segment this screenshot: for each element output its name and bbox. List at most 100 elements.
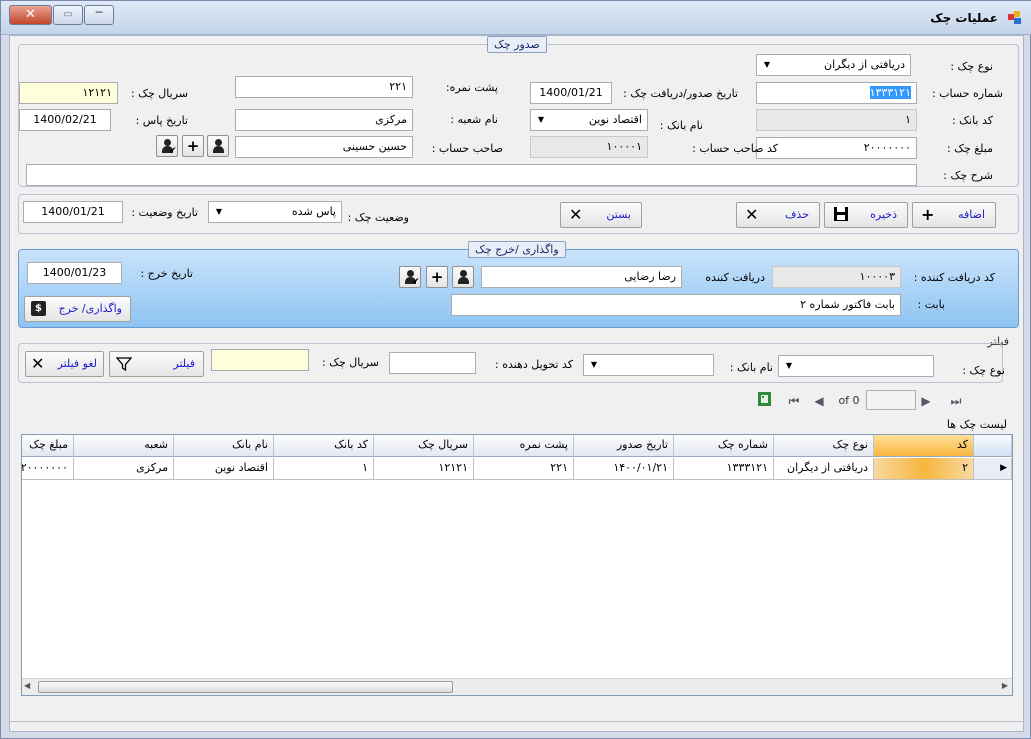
checks-grid[interactable]: کد نوع چک شماره چک تاریخ صدور پشت نمره س… — [21, 434, 1013, 696]
assign-button-label: واگذاری/ خرج — [58, 302, 122, 315]
filter-bank-select[interactable]: ▼ — [583, 354, 714, 376]
column-header[interactable]: شماره چک — [674, 435, 774, 457]
spend-date-input[interactable]: 1400/01/23 — [27, 262, 122, 284]
first-page-button[interactable]: ⏮ — [786, 390, 802, 412]
save-button[interactable]: ذخیره — [824, 202, 908, 228]
pass-date-label: تاریخ پاس : — [135, 114, 188, 127]
column-header[interactable]: تاریخ صدور — [574, 435, 674, 457]
back-no-input[interactable]: ۲۲۱ — [235, 76, 413, 98]
x-icon: ✕ — [569, 205, 583, 224]
form-body: صدور چک نوع چک : دریافتی از دیگران ▼ شما… — [9, 35, 1024, 732]
table-cell[interactable]: اقتصاد نوین — [174, 458, 274, 480]
check-type-select[interactable]: دریافتی از دیگران ▼ — [756, 54, 911, 76]
filter-button[interactable]: فیلتر — [109, 351, 204, 377]
funnel-icon — [116, 357, 132, 372]
export-excel-button[interactable] — [756, 390, 774, 410]
dropdown-arrow-icon: ▼ — [590, 360, 598, 369]
for-input[interactable]: بابت فاکتور شماره ۲ — [451, 294, 901, 316]
serial-input[interactable]: ۱۲۱۲۱ — [19, 82, 118, 104]
dollar-icon: $ — [31, 301, 46, 316]
bank-code-label: کد بانک : — [951, 114, 993, 127]
column-header[interactable]: کد بانک — [274, 435, 374, 457]
horizontal-scrollbar[interactable]: ◀ ▶ — [22, 678, 1012, 695]
check-mark-icon: ✔ — [412, 277, 420, 287]
scrollbar-thumb[interactable] — [38, 681, 453, 693]
pass-date-input[interactable]: 1400/02/21 — [19, 109, 111, 131]
window-title: عملیات چک — [930, 11, 998, 25]
owner-code-label: کد صاحب حساب : — [692, 142, 778, 155]
delete-button[interactable]: ✕ حذف — [736, 202, 820, 228]
table-cell[interactable]: دریافتی از دیگران — [774, 458, 874, 480]
clear-filter-button[interactable]: ✕ لغو فیلتر — [25, 351, 104, 377]
bank-name-select[interactable]: اقتصاد نوین ▼ — [530, 109, 648, 131]
select-receiver-button[interactable] — [452, 266, 474, 288]
bank-name-label: نام بانک : — [659, 119, 703, 132]
edit-receiver-button[interactable]: ✔ — [399, 266, 421, 288]
dropdown-arrow-icon: ▼ — [785, 361, 793, 370]
close-button-label: بستن — [606, 208, 631, 221]
account-no-input[interactable]: ۱۳۳۳۱۲۱ — [756, 82, 917, 104]
table-cell[interactable]: ۲ — [874, 458, 974, 480]
receiver-input[interactable]: رضا رضایی — [481, 266, 682, 288]
table-cell[interactable]: مرکزی — [74, 458, 174, 480]
maximize-window-button[interactable]: ▭ — [53, 5, 83, 25]
plus-icon: + — [186, 137, 200, 155]
filter-check-type-label: نوع چک : — [962, 364, 1005, 377]
next-page-button[interactable]: ▶ — [920, 390, 932, 412]
status-label: وضعیت چک : — [347, 211, 409, 224]
account-no-label: شماره حساب : — [931, 87, 1003, 100]
amount-input[interactable]: ۲۰۰۰۰۰۰۰ — [756, 137, 917, 159]
check-type-value: دریافتی از دیگران — [824, 58, 905, 71]
prev-page-button[interactable]: ◀ — [812, 390, 826, 412]
account-no-value: ۱۳۳۳۱۲۱ — [869, 86, 911, 99]
select-owner-button[interactable] — [207, 135, 229, 157]
filter-check-type-select[interactable]: ▼ — [778, 355, 934, 377]
next-page-icon: ▶ — [921, 394, 931, 408]
last-page-button[interactable]: ⏭ — [948, 390, 964, 412]
close-button[interactable]: ✕ بستن — [560, 202, 642, 228]
table-cell[interactable]: ۱ — [274, 458, 374, 480]
owner-code-input[interactable]: ۱۰۰۰۰۱ — [530, 136, 648, 158]
filter-deliverer-label: کد تحویل دهنده : — [495, 358, 573, 371]
page-input[interactable] — [866, 390, 916, 410]
branch-name-input[interactable]: مرکزی — [235, 109, 413, 131]
add-button[interactable]: + اضافه — [912, 202, 996, 228]
table-cell[interactable]: ۱۳۳۳۱۲۱ — [674, 458, 774, 480]
list-title: لیست چک ها — [946, 418, 1007, 431]
bank-code-input[interactable]: ۱ — [756, 109, 917, 131]
owner-input[interactable]: حسین حسینی — [235, 136, 413, 158]
add-owner-button[interactable]: + — [182, 135, 204, 157]
filter-serial-label: سریال چک : — [321, 356, 379, 369]
plus-icon: + — [430, 268, 444, 286]
assign-button[interactable]: $ واگذاری/ خرج — [24, 296, 131, 322]
add-receiver-button[interactable]: + — [426, 266, 448, 288]
column-header[interactable]: پشت نمره — [474, 435, 574, 457]
filter-serial-input[interactable] — [211, 349, 309, 371]
column-header[interactable]: شعبه — [74, 435, 174, 457]
column-header[interactable]: کد — [874, 435, 974, 457]
description-input[interactable] — [26, 164, 917, 186]
edit-owner-button[interactable]: ✔ — [156, 135, 178, 157]
column-header[interactable]: نوع چک — [774, 435, 874, 457]
column-header[interactable]: سریال چک — [374, 435, 474, 457]
status-date-input[interactable]: 1400/01/21 — [23, 201, 123, 223]
filter-button-label: فیلتر — [173, 357, 195, 370]
close-window-button[interactable]: ✕ — [9, 5, 52, 25]
status-select[interactable]: پاس شده ▼ — [208, 201, 342, 223]
column-header[interactable]: مبلغ چک — [22, 435, 74, 457]
filter-deliverer-input[interactable] — [389, 352, 476, 374]
table-cell[interactable]: ۱۴۰۰/۰۱/۲۱ — [574, 458, 674, 480]
issue-date-input[interactable]: 1400/01/21 — [530, 82, 612, 104]
row-selector-header — [974, 435, 1012, 457]
minimize-window-button[interactable]: ─ — [84, 5, 114, 25]
receiver-code-input[interactable]: ۱۰۰۰۰۳ — [772, 266, 901, 288]
x-icon: ✕ — [31, 354, 45, 373]
receiver-code-label: کد دریافت کننده : — [913, 271, 995, 284]
row-selector[interactable]: ▶ — [974, 458, 1012, 480]
bottom-border — [9, 721, 1024, 722]
table-cell[interactable]: ۲۲۱ — [474, 458, 574, 480]
table-cell[interactable]: ۱۲۱۲۱ — [374, 458, 474, 480]
page-count: of 0 — [838, 394, 860, 407]
column-header[interactable]: نام بانک — [174, 435, 274, 457]
table-cell[interactable]: ۲۰۰۰۰۰۰۰ — [22, 458, 74, 480]
